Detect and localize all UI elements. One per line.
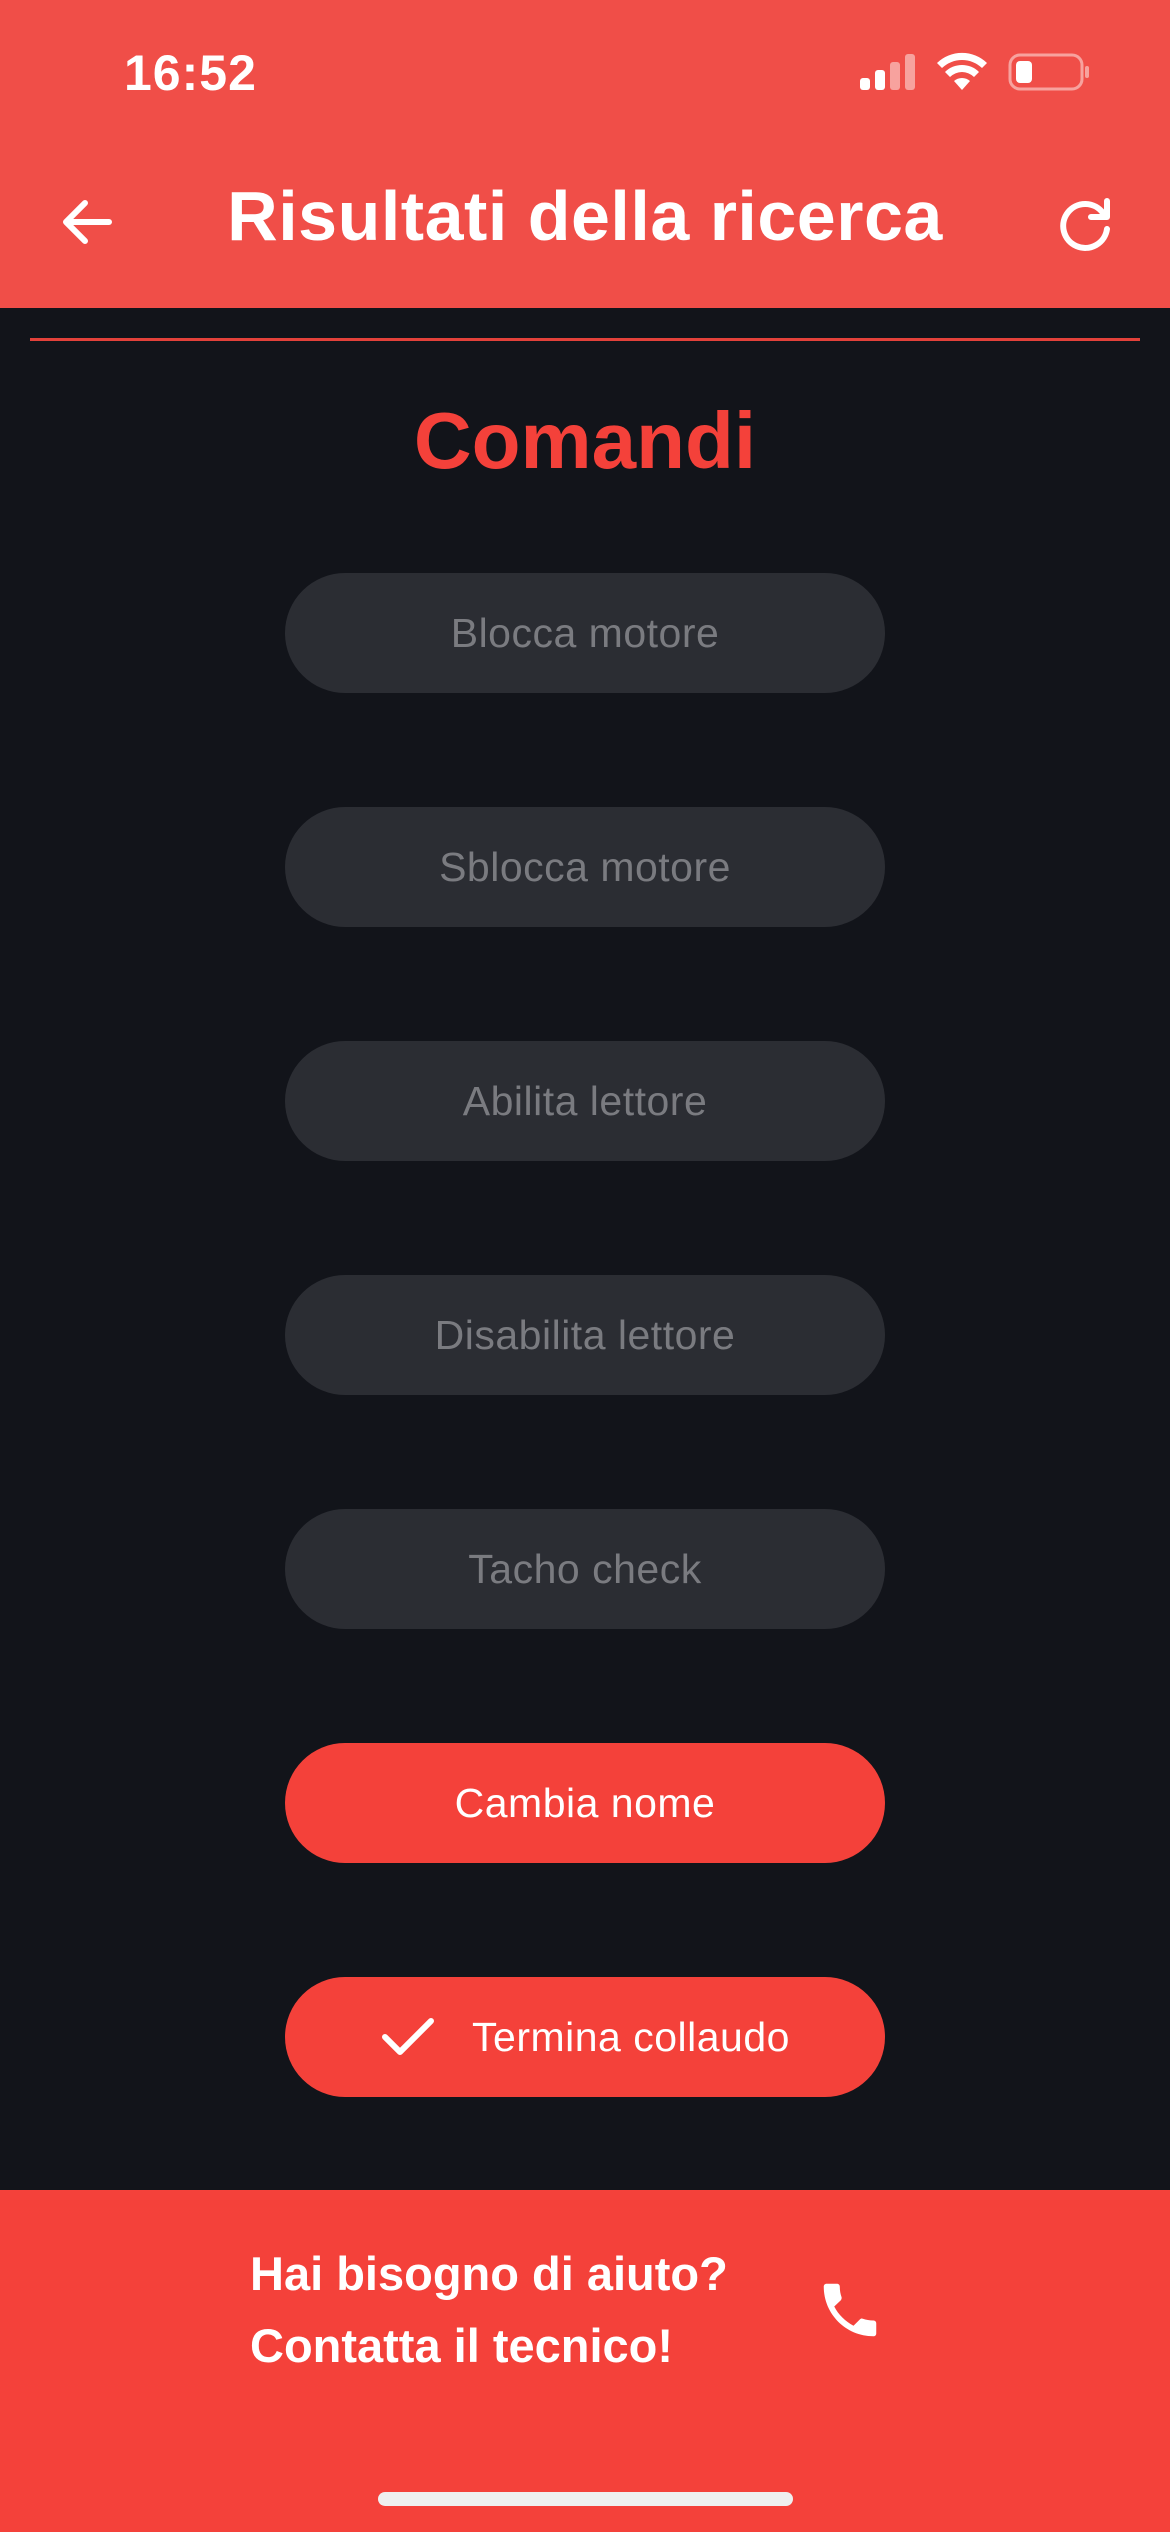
tacho-check-button[interactable]: Tacho check bbox=[285, 1509, 885, 1629]
phone-icon bbox=[823, 2283, 877, 2337]
button-label: Termina collaudo bbox=[472, 2013, 790, 2060]
button-label: Cambia nome bbox=[454, 1779, 716, 1826]
help-text: Hai bisogno di aiuto? Contatta il tecnic… bbox=[250, 2238, 728, 2382]
app-header: 16:52 Risultati della ricerca bbox=[0, 0, 1170, 308]
page-title: Risultati della ricerca bbox=[227, 177, 943, 255]
status-icons bbox=[858, 52, 1090, 92]
disabilita-lettore-button[interactable]: Disabilita lettore bbox=[285, 1275, 885, 1395]
check-icon bbox=[380, 2015, 436, 2059]
cellular-signal-icon bbox=[860, 54, 915, 90]
cambia-nome-button[interactable]: Cambia nome bbox=[285, 1743, 885, 1863]
call-technician-button[interactable] bbox=[815, 2275, 885, 2345]
button-label: Disabilita lettore bbox=[434, 1311, 736, 1358]
help-line-1: Hai bisogno di aiuto? bbox=[250, 2247, 728, 2300]
abilita-lettore-button[interactable]: Abilita lettore bbox=[285, 1041, 885, 1161]
battery-icon bbox=[1008, 53, 1089, 91]
divider bbox=[30, 338, 1140, 341]
button-label: Tacho check bbox=[468, 1545, 702, 1592]
button-label: Blocca motore bbox=[450, 609, 720, 656]
help-line-2: Contatta il tecnico! bbox=[250, 2319, 674, 2372]
refresh-button[interactable] bbox=[1050, 190, 1120, 260]
wifi-icon bbox=[937, 52, 987, 90]
button-label: Sblocca motore bbox=[439, 843, 731, 890]
button-label: Abilita lettore bbox=[462, 1077, 708, 1124]
termina-collaudo-button[interactable]: Termina collaudo bbox=[285, 1977, 885, 2097]
sblocca-motore-button[interactable]: Sblocca motore bbox=[285, 807, 885, 927]
section-title: Comandi bbox=[413, 396, 757, 485]
status-time: 16:52 bbox=[124, 45, 257, 101]
blocca-motore-button[interactable]: Blocca motore bbox=[285, 573, 885, 693]
home-indicator[interactable] bbox=[378, 2492, 793, 2506]
refresh-icon bbox=[1060, 198, 1110, 251]
